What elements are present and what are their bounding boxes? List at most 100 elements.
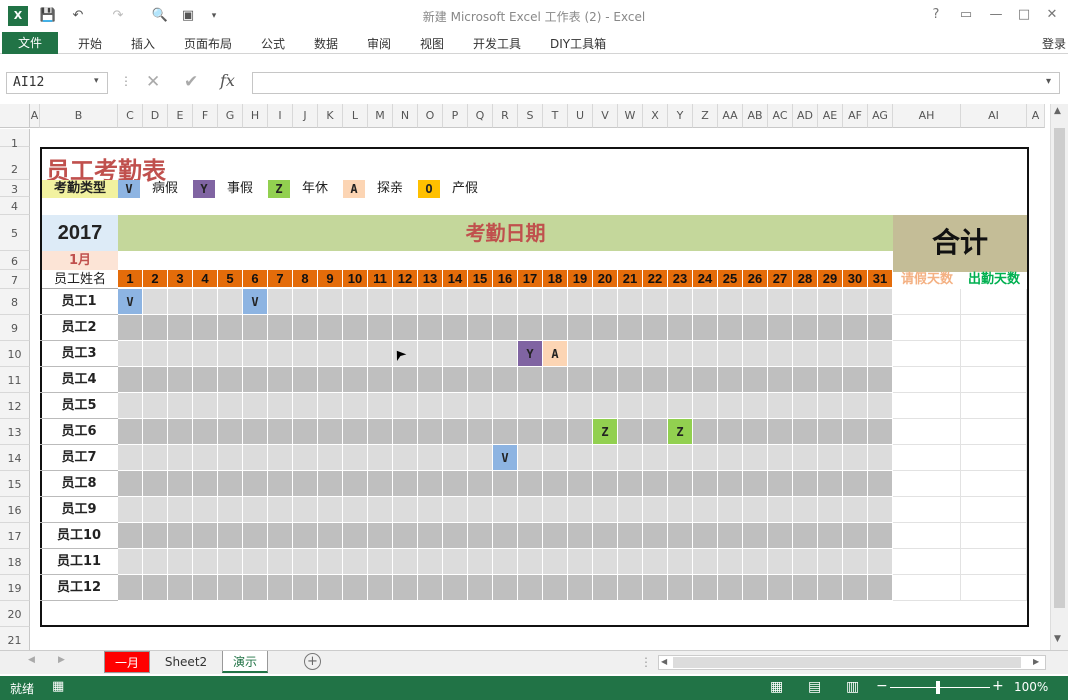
- attendance-cell[interactable]: [318, 419, 343, 445]
- row-header[interactable]: 2: [0, 147, 30, 180]
- attendance-cell[interactable]: [218, 315, 243, 341]
- enter-check-icon[interactable]: ✔: [184, 72, 198, 92]
- attendance-cell[interactable]: [393, 393, 418, 419]
- attendance-cell[interactable]: [818, 367, 843, 393]
- attendance-cell[interactable]: [693, 575, 718, 601]
- attendance-cell[interactable]: [168, 497, 193, 523]
- attendance-cell[interactable]: [643, 575, 668, 601]
- leave-days-cell[interactable]: [893, 471, 961, 497]
- employee-name[interactable]: 员工8: [40, 471, 118, 497]
- attendance-cell[interactable]: [218, 289, 243, 315]
- scroll-left-icon[interactable]: ◀: [661, 657, 667, 666]
- attendance-cell[interactable]: [218, 341, 243, 367]
- attendance-cell[interactable]: [493, 367, 518, 393]
- attendance-cell[interactable]: [768, 315, 793, 341]
- attendance-cell[interactable]: [668, 341, 693, 367]
- row-header[interactable]: 6: [0, 251, 30, 270]
- attendance-cell[interactable]: [693, 445, 718, 471]
- attendance-cell[interactable]: [818, 471, 843, 497]
- attendance-cell[interactable]: [368, 497, 393, 523]
- attendance-cell[interactable]: [493, 497, 518, 523]
- column-header[interactable]: AA: [718, 104, 743, 128]
- attendance-cell[interactable]: [743, 289, 768, 315]
- tab-page-layout[interactable]: 页面布局: [184, 35, 232, 52]
- attendance-cell[interactable]: [693, 523, 718, 549]
- minimize-icon[interactable]: —: [984, 4, 1008, 26]
- attendance-cell[interactable]: [618, 575, 643, 601]
- attendance-cell[interactable]: [168, 445, 193, 471]
- attendance-cell[interactable]: [693, 549, 718, 575]
- employee-name[interactable]: 员工5: [40, 393, 118, 419]
- attendance-cell[interactable]: [468, 471, 493, 497]
- attendance-cell[interactable]: [593, 549, 618, 575]
- zoom-level[interactable]: 100%: [1014, 680, 1048, 694]
- attendance-cell[interactable]: [843, 367, 868, 393]
- attendance-cell[interactable]: [143, 445, 168, 471]
- attendance-cell[interactable]: [468, 575, 493, 601]
- attendance-cell[interactable]: [493, 393, 518, 419]
- attendance-cell[interactable]: [243, 315, 268, 341]
- attendance-cell[interactable]: [193, 575, 218, 601]
- attendance-cell[interactable]: [193, 289, 218, 315]
- attendance-cell[interactable]: [793, 523, 818, 549]
- attendance-cell[interactable]: [868, 367, 893, 393]
- attendance-cell[interactable]: [218, 445, 243, 471]
- attendance-mark[interactable]: A: [543, 341, 568, 367]
- attendance-cell[interactable]: [243, 341, 268, 367]
- attendance-cell[interactable]: [693, 419, 718, 445]
- column-header[interactable]: U: [568, 104, 593, 128]
- zoom-out-icon[interactable]: −: [876, 678, 888, 694]
- attendance-cell[interactable]: [343, 497, 368, 523]
- attendance-cell[interactable]: [318, 549, 343, 575]
- attendance-cell[interactable]: [668, 523, 693, 549]
- attendance-cell[interactable]: [393, 471, 418, 497]
- attendance-cell[interactable]: [593, 445, 618, 471]
- work-days-cell[interactable]: [961, 419, 1027, 445]
- attendance-cell[interactable]: [393, 497, 418, 523]
- leave-days-cell[interactable]: [893, 419, 961, 445]
- attendance-cell[interactable]: [393, 445, 418, 471]
- page-layout-view-icon[interactable]: ▤: [808, 679, 821, 695]
- attendance-cell[interactable]: [593, 341, 618, 367]
- attendance-cell[interactable]: [443, 523, 468, 549]
- attendance-cell[interactable]: [518, 367, 543, 393]
- work-days-cell[interactable]: [961, 523, 1027, 549]
- attendance-cell[interactable]: [418, 445, 443, 471]
- attendance-cell[interactable]: [468, 289, 493, 315]
- attendance-cell[interactable]: [293, 575, 318, 601]
- attendance-cell[interactable]: [868, 445, 893, 471]
- attendance-cell[interactable]: [218, 497, 243, 523]
- attendance-cell[interactable]: [343, 289, 368, 315]
- work-days-cell[interactable]: [961, 549, 1027, 575]
- attendance-cell[interactable]: [743, 419, 768, 445]
- attendance-cell[interactable]: [743, 471, 768, 497]
- attendance-cell[interactable]: [168, 523, 193, 549]
- attendance-cell[interactable]: [618, 471, 643, 497]
- attendance-cell[interactable]: [543, 575, 568, 601]
- attendance-cell[interactable]: [643, 419, 668, 445]
- attendance-cell[interactable]: [443, 445, 468, 471]
- column-header[interactable]: AD: [793, 104, 818, 128]
- attendance-cell[interactable]: [618, 315, 643, 341]
- attendance-cell[interactable]: [293, 315, 318, 341]
- attendance-cell[interactable]: [268, 445, 293, 471]
- row-header[interactable]: 12: [0, 393, 30, 419]
- attendance-cell[interactable]: [718, 497, 743, 523]
- attendance-cell[interactable]: [318, 575, 343, 601]
- attendance-cell[interactable]: [418, 497, 443, 523]
- employee-name[interactable]: 员工6: [40, 419, 118, 445]
- attendance-cell[interactable]: [343, 341, 368, 367]
- macro-record-icon[interactable]: ▦: [52, 679, 64, 694]
- attendance-cell[interactable]: [168, 393, 193, 419]
- attendance-cell[interactable]: [718, 575, 743, 601]
- attendance-cell[interactable]: [493, 549, 518, 575]
- attendance-cell[interactable]: [843, 419, 868, 445]
- attendance-cell[interactable]: [768, 523, 793, 549]
- attendance-cell[interactable]: [293, 419, 318, 445]
- column-header[interactable]: K: [318, 104, 343, 128]
- attendance-cell[interactable]: [193, 419, 218, 445]
- attendance-cell[interactable]: [468, 523, 493, 549]
- attendance-cell[interactable]: [668, 289, 693, 315]
- row-header[interactable]: 7: [0, 270, 30, 289]
- attendance-cell[interactable]: [518, 445, 543, 471]
